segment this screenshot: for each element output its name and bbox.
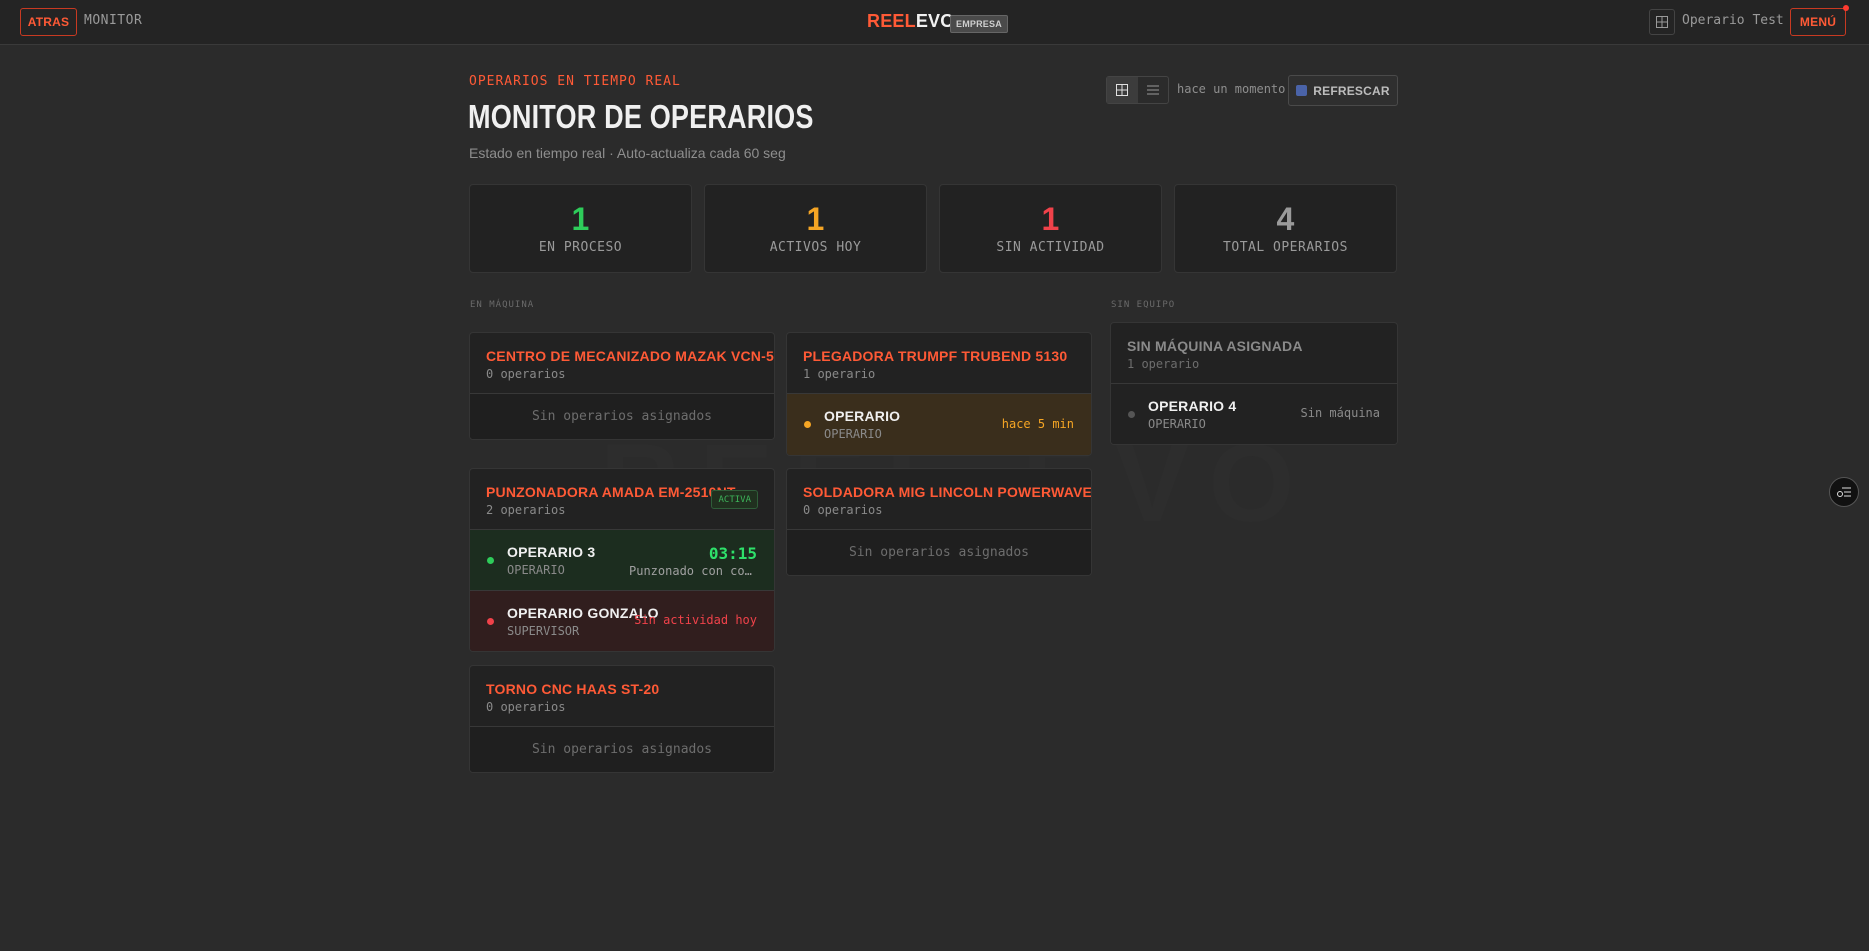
- operator-role: OPERARIO: [1148, 417, 1206, 431]
- stat-value: 1: [1041, 201, 1060, 237]
- section-label-en-maquina: EN MÁQUINA: [470, 300, 535, 310]
- operator-role: SUPERVISOR: [507, 624, 580, 638]
- operator-status: Sin máquina: [1300, 406, 1380, 420]
- machine-card-header: CENTRO DE MECANIZADO MAZAK VCN-530C 0 op…: [470, 333, 774, 393]
- stat-value: 4: [1276, 201, 1295, 237]
- machine-card-header: TORNO CNC HAAS ST-20 0 operarios: [470, 666, 774, 726]
- top-bar: ATRAS MONITOR REELEVO EMPRESA Operario T…: [0, 0, 1869, 45]
- machine-card-header: PUNZONADORA AMADA EM-2510NT 2 operarios …: [470, 469, 774, 529]
- machine-card[interactable]: PUNZONADORA AMADA EM-2510NT 2 operarios …: [469, 468, 775, 652]
- section-label-sin-equipo: SIN EQUIPO: [1111, 300, 1176, 310]
- stat-label: EN PROCESO: [538, 240, 623, 255]
- operator-status: Sin actividad hoy: [634, 613, 757, 627]
- machine-card[interactable]: SOLDADORA MIG LINCOLN POWERWAVE S500 0 o…: [786, 468, 1092, 576]
- page-eyebrow: OPERARIOS EN TIEMPO REAL: [469, 74, 681, 89]
- user-name[interactable]: Operario Test: [1682, 13, 1784, 28]
- last-updated: hace un momento: [1177, 82, 1286, 96]
- operator-row[interactable]: OPERARIO OPERARIO hace 5 min: [787, 393, 1091, 455]
- machine-card-header: SOLDADORA MIG LINCOLN POWERWAVE S500 0 o…: [787, 469, 1091, 529]
- stat-value: 1: [571, 201, 590, 237]
- stat-sin-actividad: 1 SIN ACTIVIDAD: [939, 184, 1162, 273]
- logo-part-1: REEL: [867, 11, 916, 31]
- operator-status: hace 5 min: [1001, 417, 1074, 431]
- apps-grid-icon[interactable]: [1649, 9, 1675, 35]
- machine-card-header: PLEGADORA TRUMPF TRUBEND 5130 1 operario: [787, 333, 1091, 393]
- machine-title: CENTRO DE MECANIZADO MAZAK VCN-530C: [486, 348, 775, 364]
- stat-value: 1: [806, 201, 825, 237]
- unassigned-card[interactable]: SIN MÁQUINA ASIGNADA 1 operario OPERARIO…: [1110, 322, 1398, 445]
- operator-row[interactable]: OPERARIO 3 OPERARIO 03:15 Punzonado con …: [470, 529, 774, 590]
- grid-view-icon[interactable]: [1107, 77, 1138, 103]
- machine-card[interactable]: TORNO CNC HAAS ST-20 0 operarios Sin ope…: [469, 665, 775, 773]
- refresh-label: REFRESCAR: [1313, 83, 1390, 98]
- machine-operator-count: 0 operarios: [803, 503, 883, 517]
- list-settings-icon: [1837, 487, 1851, 497]
- stat-total-operarios: 4 TOTAL OPERARIOS: [1174, 184, 1397, 273]
- status-dot: [804, 421, 811, 428]
- empresa-badge: EMPRESA: [950, 15, 1008, 33]
- refresh-button[interactable]: REFRESCAR: [1288, 75, 1398, 106]
- unassigned-count: 1 operario: [1127, 357, 1200, 371]
- unassigned-title: SIN MÁQUINA ASIGNADA: [1127, 338, 1303, 354]
- operator-task: Punzonado con conformado: [629, 564, 757, 578]
- operator-row[interactable]: OPERARIO 4 OPERARIO Sin máquina: [1111, 383, 1397, 444]
- status-dot: [487, 618, 494, 625]
- operator-role: OPERARIO: [507, 563, 565, 577]
- stat-label: SIN ACTIVIDAD: [996, 240, 1105, 255]
- machine-title: TORNO CNC HAAS ST-20: [486, 681, 660, 697]
- status-dot: [487, 557, 494, 564]
- floating-settings-button[interactable]: [1829, 477, 1859, 507]
- operator-timer: 03:15: [708, 544, 757, 563]
- operator-role: OPERARIO: [824, 427, 882, 441]
- breadcrumb: MONITOR: [84, 13, 143, 28]
- page-subtitle: Estado en tiempo real · Auto-actualiza c…: [469, 145, 786, 161]
- logo-part-2: EVO: [915, 11, 955, 31]
- machine-card[interactable]: CENTRO DE MECANIZADO MAZAK VCN-530C 0 op…: [469, 332, 775, 440]
- operator-name: OPERARIO 4: [1148, 398, 1237, 414]
- menu-button[interactable]: MENÚ: [1790, 8, 1846, 36]
- status-dot: [1128, 411, 1135, 418]
- operator-row[interactable]: OPERARIO GONZALO SUPERVISOR Sin activida…: [470, 590, 774, 651]
- list-view-icon[interactable]: [1138, 77, 1169, 103]
- operator-name: OPERARIO 3: [507, 544, 596, 560]
- machine-card[interactable]: PLEGADORA TRUMPF TRUBEND 5130 1 operario…: [786, 332, 1092, 456]
- machine-operator-count: 1 operario: [803, 367, 876, 381]
- active-badge: ACTIVA: [711, 490, 758, 509]
- machine-title: PLEGADORA TRUMPF TRUBEND 5130: [803, 348, 1068, 364]
- unassigned-card-header: SIN MÁQUINA ASIGNADA 1 operario: [1111, 323, 1397, 383]
- empty-state: Sin operarios asignados: [470, 393, 774, 439]
- refresh-icon: [1296, 85, 1308, 96]
- empty-state: Sin operarios asignados: [787, 529, 1091, 575]
- notification-dot: [1843, 5, 1849, 11]
- logo[interactable]: REELEVO: [867, 11, 954, 32]
- back-button[interactable]: ATRAS: [20, 8, 77, 36]
- stat-label: ACTIVOS HOY: [769, 240, 862, 255]
- operator-name: OPERARIO: [824, 408, 901, 424]
- machine-title: SOLDADORA MIG LINCOLN POWERWAVE S500: [803, 484, 1092, 500]
- view-toggle: [1106, 76, 1169, 104]
- page-title: MONITOR DE OPERARIOS: [468, 98, 814, 135]
- machine-operator-count: 0 operarios: [486, 367, 566, 381]
- stat-en-proceso: 1 EN PROCESO: [469, 184, 692, 273]
- stat-label: TOTAL OPERARIOS: [1223, 240, 1348, 255]
- machine-operator-count: 0 operarios: [486, 700, 566, 714]
- stat-activos-hoy: 1 ACTIVOS HOY: [704, 184, 927, 273]
- empty-state: Sin operarios asignados: [470, 726, 774, 772]
